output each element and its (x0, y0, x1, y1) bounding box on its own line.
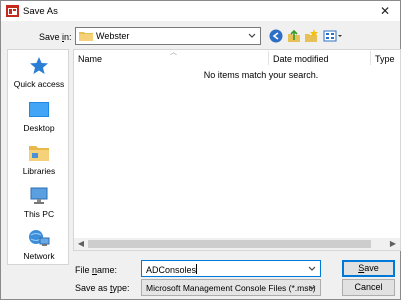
place-libraries[interactable]: Libraries (8, 143, 70, 183)
chevron-down-icon (308, 285, 316, 290)
place-quick-access[interactable]: Quick access (8, 56, 70, 96)
network-icon (29, 230, 50, 246)
this-pc-icon (30, 187, 48, 204)
window-title: Save As (23, 6, 58, 17)
save-in-folder-name: Webster (96, 31, 130, 41)
libraries-icon (29, 146, 49, 161)
place-label: Libraries (22, 166, 56, 176)
file-list[interactable]: ︿ Name Date modified Type No items match… (73, 49, 401, 251)
file-name-label: File name: (75, 265, 118, 275)
column-header-label: Date modified (273, 54, 329, 64)
place-label: This PC (23, 209, 55, 219)
save-as-dialog: Save As ✕ Save in: Webster Quick access … (0, 0, 401, 300)
chevron-down-icon (248, 33, 256, 38)
title-bar: Save As ✕ (1, 1, 400, 21)
column-header-label: Name (78, 54, 103, 64)
places-bar: Quick access Desktop Libraries This PC N… (7, 49, 69, 265)
scroll-right-icon[interactable]: ▶ (387, 238, 399, 250)
column-header-date-modified[interactable]: Date modified (269, 50, 370, 66)
mmc-app-icon (6, 5, 19, 17)
save-in-label: Save in: (39, 32, 72, 42)
save-as-type-label: Save as type: (75, 283, 130, 293)
place-label: Network (23, 251, 55, 261)
view-menu-icon[interactable] (323, 30, 342, 42)
navigation-toolbar (269, 29, 342, 43)
back-icon[interactable] (269, 29, 283, 43)
place-label: Quick access (13, 79, 65, 89)
save-as-type-value: Microsoft Management Console Files (*.ms… (146, 283, 316, 293)
scrollbar-thumb[interactable] (88, 240, 371, 248)
column-header-label: Type (375, 54, 395, 64)
close-icon: ✕ (379, 4, 391, 18)
up-folder-icon[interactable] (288, 29, 300, 42)
file-name-value: ADConsoles (146, 264, 198, 275)
scroll-left-icon[interactable]: ◀ (75, 238, 87, 250)
cancel-button[interactable]: Cancel (342, 279, 395, 296)
text-caret (196, 264, 198, 274)
new-folder-icon[interactable] (305, 29, 318, 42)
file-name-input[interactable]: ADConsoles (141, 260, 321, 277)
save-in-dropdown[interactable]: Webster (75, 27, 261, 45)
empty-folder-message: No items match your search. (203, 70, 319, 80)
save-button[interactable]: Save (342, 260, 395, 277)
desktop-icon (29, 102, 49, 117)
quick-access-star-icon (30, 57, 48, 74)
place-label: Desktop (23, 123, 55, 133)
column-header-type[interactable]: Type (371, 50, 400, 66)
chevron-down-icon[interactable] (307, 263, 317, 275)
close-button[interactable]: ✕ (370, 1, 400, 21)
column-header-name[interactable]: Name (74, 50, 268, 66)
save-as-type-dropdown[interactable]: Microsoft Management Console Files (*.ms… (141, 279, 321, 296)
horizontal-scrollbar[interactable]: ◀ ▶ (74, 238, 400, 250)
place-this-pc[interactable]: This PC (8, 186, 70, 226)
place-network[interactable]: Network (8, 228, 70, 268)
place-desktop[interactable]: Desktop (8, 100, 70, 140)
folder-icon (79, 32, 93, 41)
